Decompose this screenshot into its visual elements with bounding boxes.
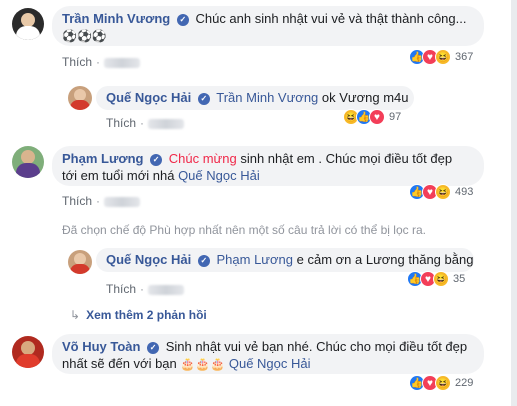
verified-badge-icon: ✓ <box>197 92 210 105</box>
avatar-pham-luong[interactable] <box>12 146 44 178</box>
reply-text: e cảm ơn a Lương thăng bằng <box>296 252 474 267</box>
like-link[interactable]: Thích <box>62 194 92 208</box>
filter-notice: Đã chọn chế độ Phù hợp nhất nên một số c… <box>62 223 426 237</box>
like-link[interactable]: Thích <box>106 282 136 296</box>
avatar-que-ngoc-hai[interactable] <box>68 250 92 274</box>
comment-bubble-2: Phạm Lương ✓ Chúc mừng sinh nhật em . Ch… <box>52 146 484 186</box>
comment-bubble-3: Võ Huy Toàn ✓ Sinh nhật vui vẻ bạn nhé. … <box>52 334 484 374</box>
haha-reaction-icon: 😆 <box>435 375 451 391</box>
love-reaction-icon: ♥ <box>369 109 385 125</box>
reply-bubble-2: Quế Ngọc Hải ✓ Phạm Lương e cảm ơn a Lươ… <box>96 248 474 272</box>
comment-actions-2: Thích · <box>62 194 141 208</box>
birthday-cake-emojis: 🎂🎂🎂 <box>180 357 226 371</box>
reply-author[interactable]: Quế Ngọc Hải <box>106 252 191 267</box>
reply-text: ok Vương m4u <box>321 90 409 105</box>
comment-text: Chúc anh sinh nhật vui vẻ và thật thành … <box>195 11 467 26</box>
verified-badge-icon: ✓ <box>197 254 210 267</box>
reactions-count: 493 <box>455 186 474 198</box>
comment-text-line2: tới em tuổi mới nhá <box>62 168 175 183</box>
avatar-tran-minh-vuong[interactable] <box>12 8 44 40</box>
reply-arrow-icon: ↳ <box>70 308 81 322</box>
reactions-summary-4[interactable]: 👍 ♥ 😆 35 <box>407 270 466 288</box>
reply-actions-2: Thích · <box>106 282 185 296</box>
reactions-count: 35 <box>453 273 466 285</box>
reactions-summary-2[interactable]: 😆 👍 ♥ 97 <box>343 108 402 126</box>
reply-actions-1: Thích · <box>106 116 185 130</box>
comment-text-line1: Sinh nhật vui vẻ bạn nhé. Chúc cho mọi đ… <box>165 339 468 354</box>
verified-badge-icon: ✓ <box>147 341 160 354</box>
comment-actions-1: Thích · <box>62 55 141 69</box>
reactions-count: 367 <box>455 51 474 63</box>
blurred-timestamp <box>104 57 141 68</box>
comment-text-line2: nhất sẽ đến với bạn <box>62 356 177 371</box>
reactions-count: 229 <box>455 377 474 389</box>
comment-text-line1: sinh nhật em . Chúc mọi điều tốt đẹp <box>240 151 453 166</box>
reply-bubble-1: Quế Ngọc Hải ✓ Trần Minh Vương ok Vương … <box>96 86 414 110</box>
blurred-timestamp <box>104 196 141 207</box>
mention-link[interactable]: Quế Ngọc Hải <box>229 356 311 371</box>
reactions-summary-1[interactable]: 👍 ♥ 😆 367 <box>409 48 474 66</box>
soccer-ball-emojis: ⚽⚽⚽ <box>62 29 107 43</box>
reactions-count: 97 <box>389 111 402 123</box>
avatar-vo-huy-toan[interactable] <box>12 336 44 368</box>
haha-reaction-icon: 😆 <box>435 184 451 200</box>
comment-bubble-1: Trần Minh Vương ✓ Chúc anh sinh nhật vui… <box>52 6 484 46</box>
view-more-replies-label[interactable]: Xem thêm 2 phản hồi <box>86 308 207 322</box>
like-link[interactable]: Thích <box>106 116 136 130</box>
blurred-timestamp <box>148 118 185 129</box>
reply-author[interactable]: Quế Ngọc Hải <box>106 90 191 105</box>
view-more-replies-link[interactable]: ↳ Xem thêm 2 phản hồi <box>70 308 207 322</box>
avatar-que-ngoc-hai[interactable] <box>68 86 92 110</box>
comment-author[interactable]: Trần Minh Vương <box>62 11 170 26</box>
mention-link[interactable]: Trần Minh Vương <box>216 90 318 105</box>
reactions-summary-5[interactable]: 👍 ♥ 😆 229 <box>409 374 474 392</box>
comment-author[interactable]: Võ Huy Toàn <box>62 339 140 354</box>
mention-link[interactable]: Quế Ngọc Hải <box>178 168 260 183</box>
haha-reaction-icon: 😆 <box>435 49 451 65</box>
like-link[interactable]: Thích <box>62 55 92 69</box>
highlight-text: Chúc mừng <box>168 151 237 166</box>
haha-reaction-icon: 😆 <box>433 271 449 287</box>
verified-badge-icon: ✓ <box>176 13 189 26</box>
comment-author[interactable]: Phạm Lương <box>62 151 144 166</box>
scrollbar-track[interactable] <box>511 0 517 406</box>
blurred-timestamp <box>148 284 185 295</box>
mention-link[interactable]: Phạm Lương <box>217 252 294 267</box>
verified-badge-icon: ✓ <box>150 153 163 166</box>
reactions-summary-3[interactable]: 👍 ♥ 😆 493 <box>409 183 474 201</box>
